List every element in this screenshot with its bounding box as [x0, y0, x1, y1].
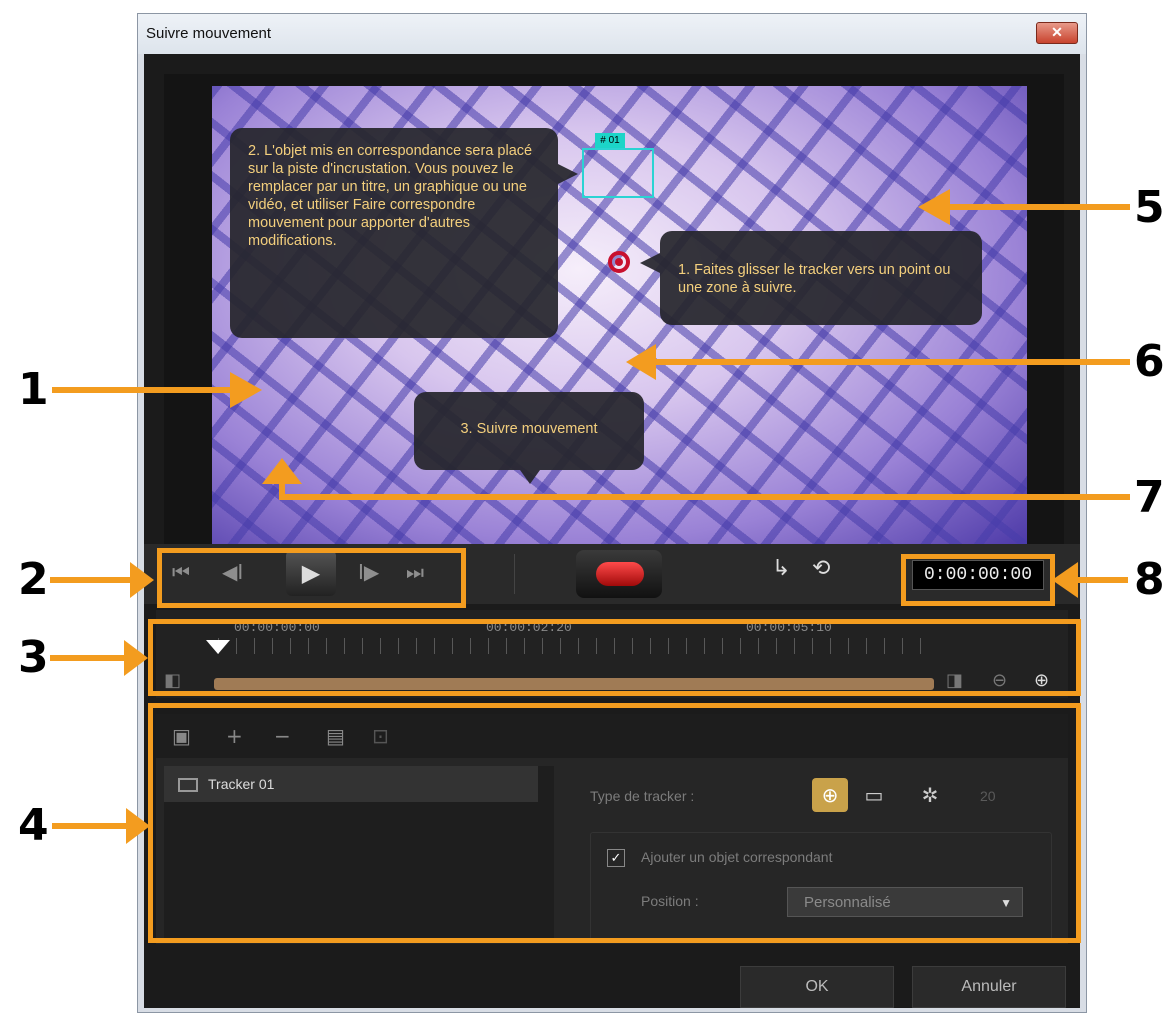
annotation-number-8: 8 — [1134, 554, 1165, 605]
annotation-number-7: 7 — [1134, 472, 1165, 523]
annotation-arrows — [50, 189, 1130, 844]
annotation-number-6: 6 — [1134, 336, 1165, 387]
annotation-number-5: 5 — [1134, 182, 1165, 233]
annotation-number-4: 4 — [18, 800, 49, 851]
annotation-number-2: 2 — [18, 554, 49, 605]
annotation-number-3: 3 — [18, 632, 49, 683]
annotation-number-1: 1 — [18, 364, 49, 415]
